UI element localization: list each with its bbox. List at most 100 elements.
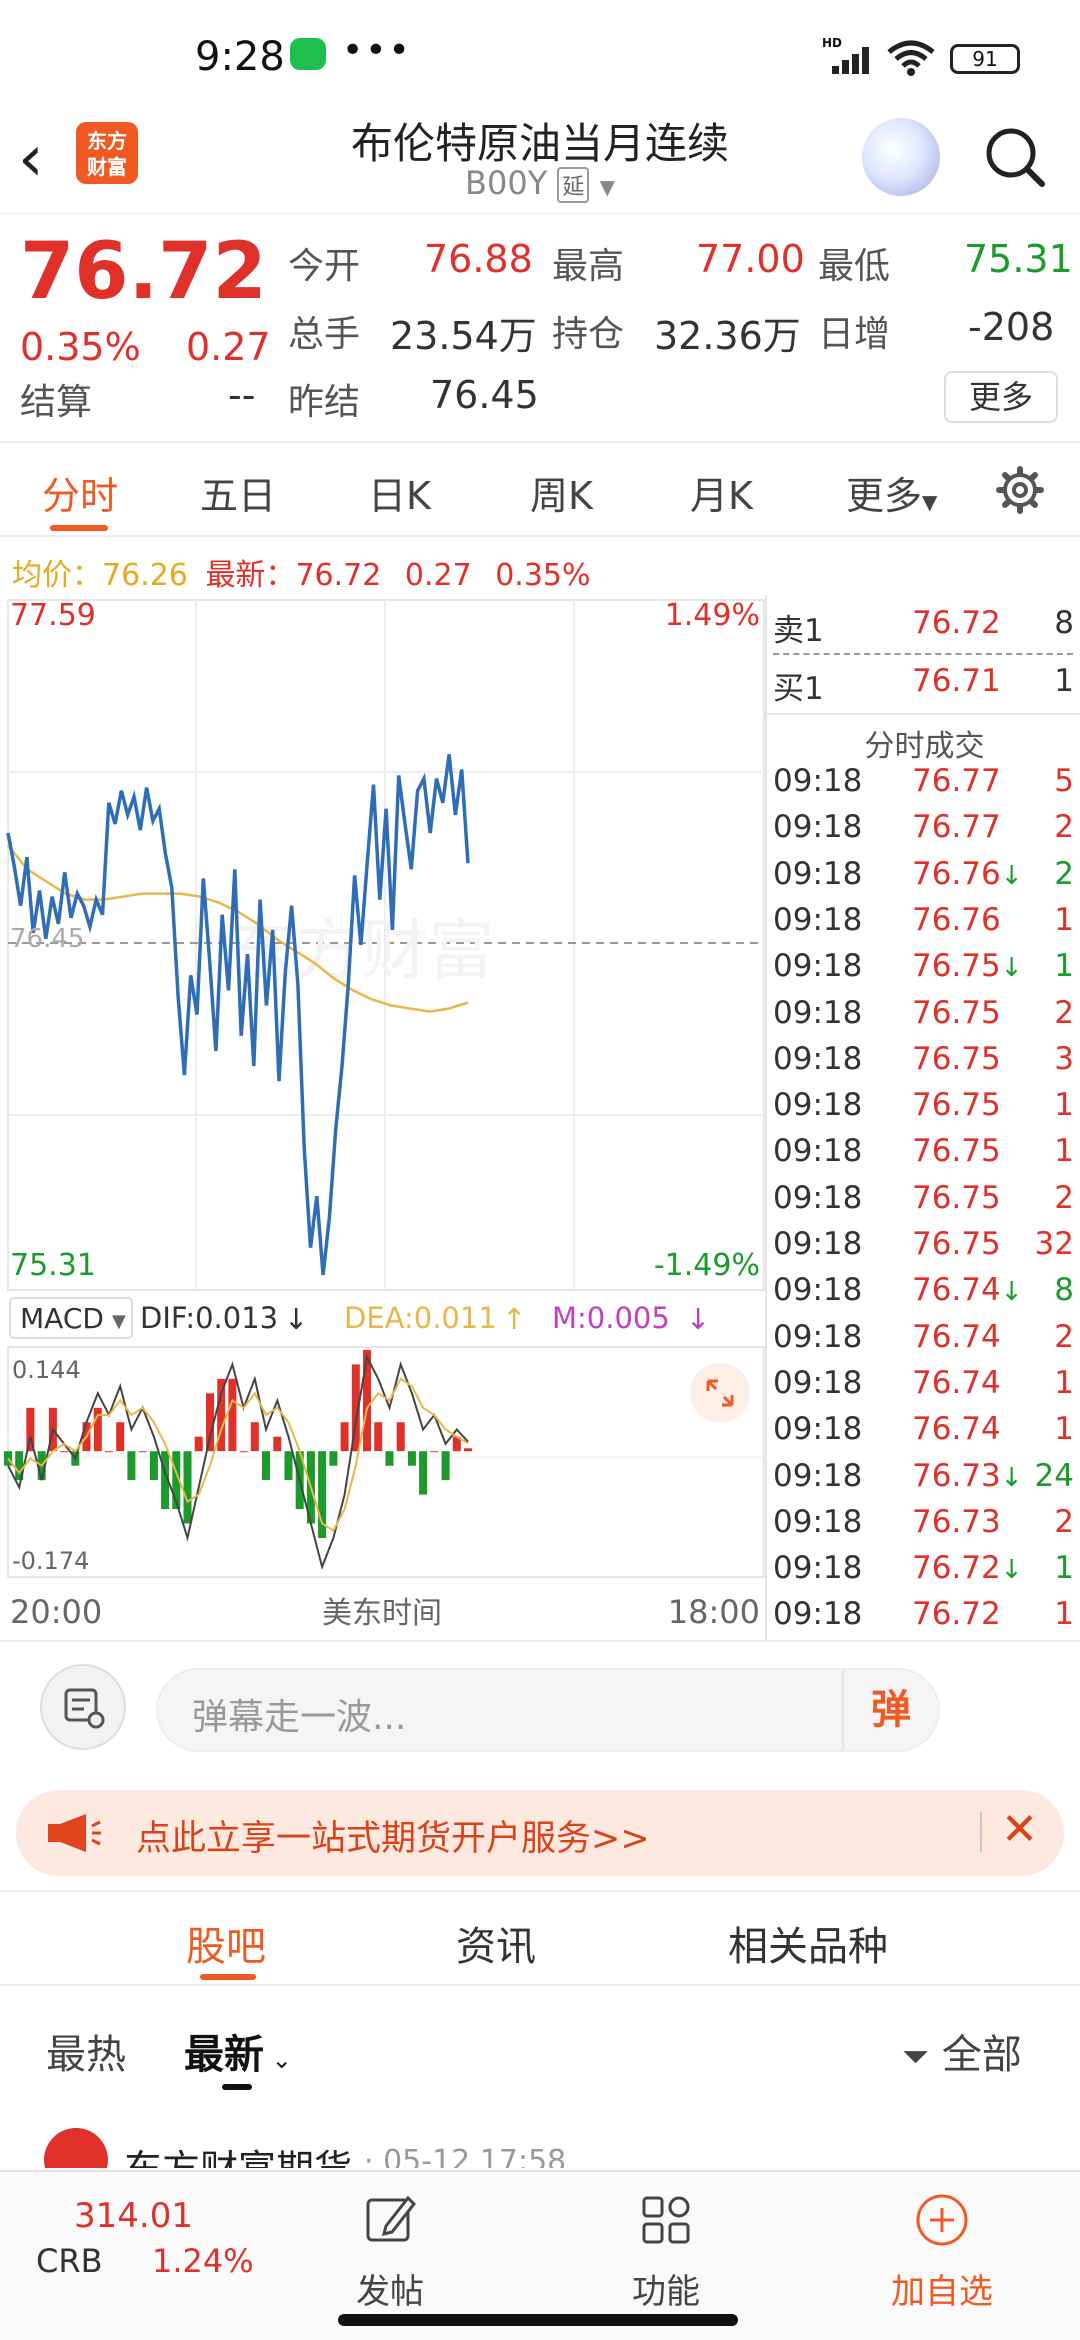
trade-price: 76.75 — [912, 1133, 1001, 1170]
trade-time: 09:18 — [773, 1596, 863, 1633]
trade-price: 76.74 — [912, 1364, 1001, 1401]
crb-percent[interactable]: 1.24% — [152, 2242, 254, 2280]
filter-bar: 最热 最新 ⌄ ⏷ 全部 — [0, 1988, 1080, 2108]
post-author[interactable]: 东方财富期货 — [124, 2138, 352, 2168]
trade-volume: 1 — [1054, 1087, 1074, 1124]
trade-time: 09:18 — [773, 1272, 863, 1309]
back-icon[interactable]: ‹ — [18, 124, 68, 194]
assistant-robot-icon[interactable] — [862, 118, 940, 196]
tab-daily-k[interactable]: 日K — [368, 465, 431, 520]
add-watchlist-icon[interactable] — [912, 2190, 972, 2250]
trade-time: 09:18 — [773, 1133, 863, 1170]
trade-time: 09:18 — [773, 1503, 863, 1540]
trade-volume: 2 — [1054, 1318, 1074, 1355]
battery-icon: 91 — [950, 44, 1020, 74]
latest-price: 76.72 — [295, 558, 382, 593]
danmu-input[interactable]: 弹幕走一波... 弹 — [156, 1668, 940, 1752]
home-indicator — [338, 2314, 738, 2326]
section-underline — [200, 1974, 256, 1980]
oi-label: 持仓 — [552, 314, 625, 355]
tab-more[interactable]: 更多▼ — [846, 465, 937, 520]
intraday-chart[interactable]: 东方财富 77.59 76.45 75.31 1.49% -1.49% MACD… — [0, 595, 765, 1640]
crb-label[interactable]: CRB — [36, 2242, 103, 2280]
edit-post-icon[interactable] — [360, 2190, 420, 2250]
caret-down-icon: ▼ — [922, 490, 938, 514]
trade-volume: 2 — [1054, 809, 1074, 846]
tab-guba[interactable]: 股吧 — [186, 1914, 266, 1972]
wifi-icon — [887, 40, 935, 76]
buy1-row: 买1 76.71 1 — [773, 663, 1074, 707]
trade-volume: 5 — [1054, 763, 1074, 799]
trade-volume: 1 — [1054, 1411, 1074, 1448]
macd-bar — [407, 1451, 416, 1466]
trade-row: 09:18 76.73↓ 24 — [767, 1458, 1080, 1504]
danmu-send-button[interactable]: 弹 — [842, 1670, 938, 1750]
filter-all[interactable]: ⏷ 全部 — [902, 2022, 1022, 2080]
macd-bar — [419, 1451, 428, 1495]
filter-latest[interactable]: 最新 ⌄ — [184, 2022, 292, 2080]
trade-price: 76.73 — [912, 1503, 1001, 1540]
status-time: 9:28 — [195, 34, 285, 80]
expand-icon[interactable] — [690, 1363, 750, 1423]
trade-row: 09:18 76.77 2 — [767, 809, 1080, 855]
price-line — [6, 754, 470, 1276]
danmu-settings-icon[interactable] — [40, 1664, 126, 1750]
promo-text[interactable]: 点此立享一站式期货开户服务>> — [136, 1810, 650, 1861]
y-max-label: 77.59 — [10, 598, 96, 633]
trade-price: 76.77 — [912, 809, 1001, 846]
gear-icon[interactable] — [995, 465, 1045, 515]
trade-time: 09:18 — [773, 809, 863, 846]
crb-value[interactable]: 314.01 — [74, 2196, 193, 2236]
trade-row: 09:18 76.72↓ 1 — [767, 1550, 1080, 1596]
macd-bar — [363, 1349, 371, 1452]
settle-label: 结算 — [20, 382, 93, 423]
more-quote-button[interactable]: 更多 — [944, 371, 1058, 423]
info-pct: 0.35% — [495, 558, 591, 593]
trade-time: 09:18 — [773, 1226, 863, 1262]
trade-time: 09:18 — [773, 901, 863, 938]
macd-bar — [385, 1451, 394, 1466]
pct-max-label: 1.49% — [665, 598, 760, 633]
post-button[interactable]: 发帖 — [310, 2264, 470, 2313]
trade-volume: 2 — [1054, 1179, 1074, 1216]
trade-volume: 24 — [1034, 1457, 1074, 1494]
tab-related[interactable]: 相关品种 — [728, 1914, 888, 1972]
macd-bar — [116, 1422, 125, 1452]
trade-volume: 8 — [1054, 1272, 1074, 1309]
trade-time: 09:18 — [773, 1411, 863, 1448]
trade-volume: 2 — [1054, 994, 1074, 1031]
tab-five-day[interactable]: 五日 — [200, 465, 276, 520]
more-notifications-icon: ••• — [342, 30, 412, 71]
sell1-row: 卖1 76.72 8 — [773, 605, 1074, 649]
post-preview[interactable]: 东方财富期货 · 05-12 17:58 — [0, 2108, 1080, 2168]
instrument-code[interactable]: B00Y 延 ▼ — [440, 164, 640, 203]
macd-bar — [340, 1422, 349, 1452]
tab-intraday[interactable]: 分时 — [42, 465, 118, 520]
trade-price: 76.72↓ — [912, 1550, 1023, 1587]
promo-banner[interactable]: 点此立享一站式期货开户服务>> ✕ — [16, 1790, 1064, 1876]
chart-info-line: 均价：76.26 最新：76.72 0.27 0.35% — [12, 558, 591, 593]
filter-hot[interactable]: 最热 — [46, 2022, 126, 2080]
chevron-down-icon: ▼ — [599, 175, 615, 199]
trade-row: 09:18 76.75 2 — [767, 1180, 1080, 1226]
avatar[interactable] — [44, 2128, 108, 2168]
function-grid-icon[interactable] — [636, 2190, 696, 2250]
close-icon[interactable]: ✕ — [1001, 1804, 1038, 1855]
macd-bar — [284, 1451, 293, 1481]
trade-time: 09:18 — [773, 948, 863, 985]
add-watchlist-button[interactable]: 加自选 — [862, 2264, 1022, 2313]
trades-title: 分时成交 — [864, 729, 985, 764]
function-button[interactable]: 功能 — [586, 2264, 746, 2313]
tab-monthly-k[interactable]: 月K — [690, 465, 753, 520]
macd-bar — [273, 1436, 282, 1452]
tab-weekly-k[interactable]: 周K — [530, 465, 593, 520]
search-icon[interactable] — [982, 124, 1048, 190]
x-end-label: 18:00 — [668, 1593, 760, 1631]
tab-news[interactable]: 资讯 — [456, 1914, 536, 1972]
trade-row: 09:18 76.75 3 — [767, 1041, 1080, 1087]
avg-price: 76.26 — [102, 558, 188, 593]
macd-bar — [194, 1436, 203, 1452]
prev-settle-label: 昨结 — [288, 382, 361, 423]
trade-volume: 2 — [1054, 855, 1074, 892]
trade-time: 09:18 — [773, 1179, 863, 1216]
